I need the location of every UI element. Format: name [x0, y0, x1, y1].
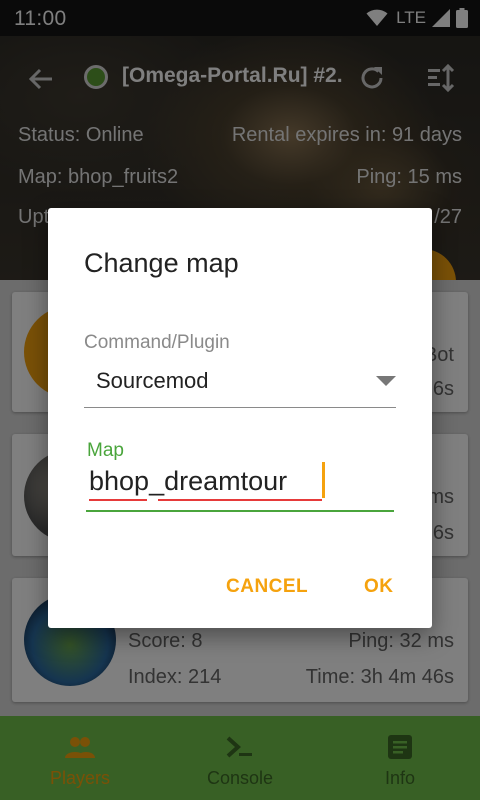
change-map-dialog: Change map Command/Plugin Sourcemod Map … [48, 208, 432, 628]
dropdown-arrow-icon [376, 376, 396, 386]
ok-button[interactable]: OK [364, 576, 394, 598]
map-input-value: bhop_dreamtour [89, 466, 288, 496]
spellcheck-underline [158, 499, 322, 501]
plugin-label: Command/Plugin [84, 332, 230, 353]
dialog-title: Change map [84, 248, 239, 278]
cancel-button[interactable]: CANCEL [226, 576, 308, 598]
spellcheck-underline [89, 499, 147, 501]
plugin-value: Sourcemod [96, 368, 209, 393]
text-cursor [322, 462, 325, 498]
plugin-select[interactable]: Sourcemod [84, 358, 396, 408]
map-label: Map [87, 440, 124, 461]
map-input[interactable]: bhop_dreamtour [86, 460, 394, 512]
